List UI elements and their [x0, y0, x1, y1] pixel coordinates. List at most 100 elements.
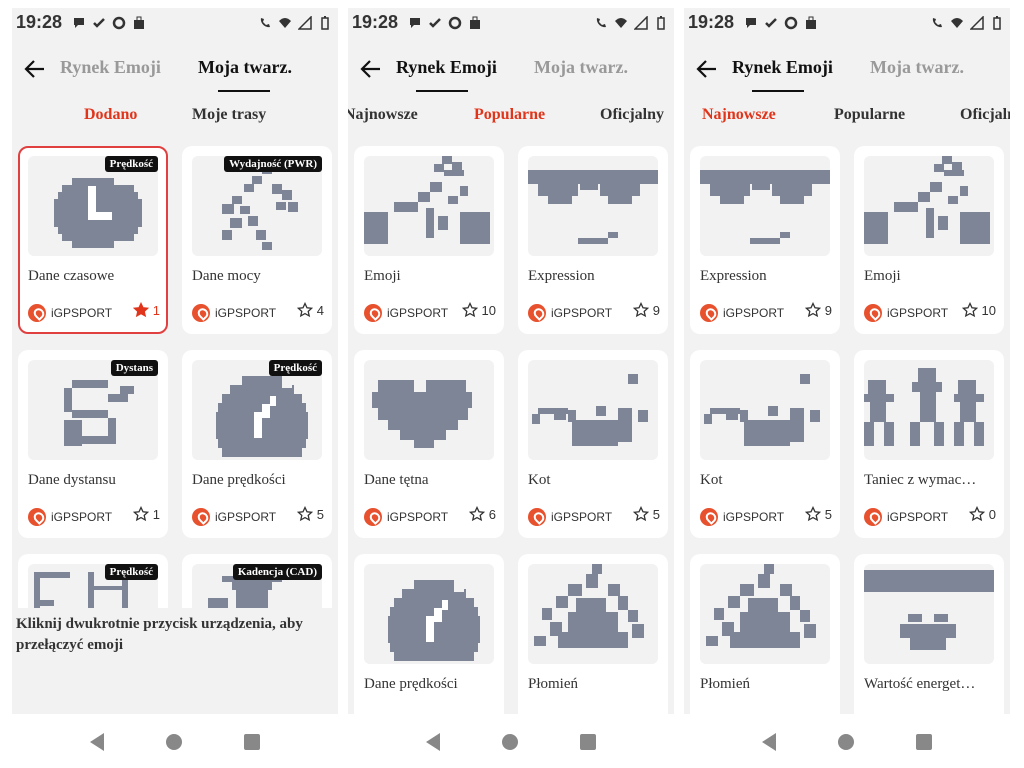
favorite-button[interactable]: 0 — [968, 506, 996, 522]
subtab-1[interactable]: Popularne — [474, 106, 545, 124]
message-icon — [72, 16, 86, 30]
emoji-card[interactable]: Emoji iGPSPORT 10 — [354, 146, 504, 334]
title-tab-1[interactable]: Moja twarz. — [870, 57, 964, 78]
star-icon — [968, 506, 985, 522]
card-name: Dane prędkości — [364, 676, 458, 692]
back-arrow-icon[interactable] — [694, 56, 720, 82]
title-tab-0[interactable]: Rynek Emoji — [60, 57, 161, 78]
subtab-1[interactable]: Popularne — [834, 106, 905, 124]
nav-home-icon[interactable] — [166, 734, 182, 750]
favorite-count: 1 — [152, 506, 160, 522]
emoji-card[interactable]: Expression iGPSPORT 9 — [518, 146, 668, 334]
emoji-card[interactable]: Dystans Dane dystansu iGPSPORT 1 — [18, 350, 168, 538]
emoji-preview-glasses — [528, 156, 658, 256]
bag-icon — [132, 16, 146, 30]
title-tab-1[interactable]: Moja twarz. — [534, 57, 628, 78]
card-source: iGPSPORT — [864, 304, 948, 322]
check-icon — [428, 16, 442, 30]
emoji-preview-cat — [700, 360, 830, 460]
nav-recents-icon[interactable] — [916, 734, 932, 750]
toast-message: Kliknij dwukrotnie przycisk urządzenia, … — [12, 608, 338, 714]
nav-back-icon[interactable] — [762, 733, 776, 751]
emoji-card[interactable]: Kot iGPSPORT 5 — [690, 350, 840, 538]
favorite-button[interactable]: 9 — [632, 302, 660, 318]
card-name: Emoji — [364, 268, 401, 284]
category-badge: Prędkość — [104, 564, 158, 580]
favorite-count: 10 — [981, 302, 996, 318]
star-icon — [296, 302, 313, 318]
favorite-button[interactable]: 10 — [961, 302, 996, 318]
favorite-button[interactable]: 5 — [804, 506, 832, 522]
subtab-0[interactable]: Najnowsze — [348, 106, 418, 124]
nav-back-icon[interactable] — [426, 733, 440, 751]
emoji-card[interactable]: Emoji iGPSPORT 10 — [854, 146, 1004, 334]
igpsport-logo-icon — [864, 508, 882, 526]
favorite-button[interactable]: 9 — [804, 302, 832, 318]
emoji-card[interactable]: Wartość energet… — [854, 554, 1004, 714]
star-icon — [461, 302, 478, 318]
favorite-count: 10 — [481, 302, 496, 318]
emoji-card[interactable]: Expression iGPSPORT 9 — [690, 146, 840, 334]
favorite-count: 5 — [824, 506, 832, 522]
subtab-2[interactable]: Oficjalny — [600, 106, 664, 124]
bag-icon — [468, 16, 482, 30]
status-time: 19:28 — [688, 12, 735, 32]
battery-icon — [990, 16, 1004, 30]
opera-icon — [784, 16, 798, 30]
message-icon — [744, 16, 758, 30]
favorite-count: 0 — [988, 506, 996, 522]
emoji-card[interactable]: Dane tętna iGPSPORT 6 — [354, 350, 504, 538]
favorite-button[interactable]: 1 — [132, 506, 160, 522]
card-name: Kot — [700, 472, 723, 488]
subtab-1[interactable]: Moje trasy — [192, 106, 266, 124]
emoji-card[interactable]: Kot iGPSPORT 5 — [518, 350, 668, 538]
star-icon — [804, 302, 821, 318]
status-time: 19:28 — [16, 12, 63, 32]
source-name: iGPSPORT — [51, 306, 113, 320]
favorite-button[interactable]: 5 — [296, 506, 324, 522]
emoji-card[interactable]: Prędkość Dane prędkości iGPSPORT 5 — [182, 350, 332, 538]
emoji-card[interactable]: Płomień — [690, 554, 840, 714]
card-name: Płomień — [700, 676, 751, 692]
status-bar: 19:28 — [12, 8, 338, 40]
favorite-button[interactable]: 10 — [461, 302, 496, 318]
card-name: Expression — [700, 268, 767, 284]
igpsport-logo-icon — [364, 304, 382, 322]
card-name: Emoji — [864, 268, 901, 284]
header: Rynek Emoji Moja twarz. — [348, 46, 674, 104]
title-tab-0[interactable]: Rynek Emoji — [732, 57, 833, 78]
igpsport-logo-icon — [700, 304, 718, 322]
phone-screen-1: 19:28 Rynek Emoji Moja twarz. Dodano Moje t… — [12, 8, 338, 714]
emoji-card[interactable]: Prędkość Dane czasowe iGPSPORT 1 — [18, 146, 168, 334]
nav-home-icon[interactable] — [502, 734, 518, 750]
nav-home-icon[interactable] — [838, 734, 854, 750]
card-source: iGPSPORT — [700, 508, 784, 526]
system-nav-bar — [348, 716, 674, 768]
back-arrow-icon[interactable] — [22, 56, 48, 82]
nav-recents-icon[interactable] — [244, 734, 260, 750]
card-name: Taniec z wymac… — [864, 472, 977, 488]
favorite-count: 1 — [152, 302, 160, 318]
source-name: iGPSPORT — [887, 510, 949, 524]
subtab-0[interactable]: Najnowsze — [702, 106, 776, 124]
title-tab-0[interactable]: Rynek Emoji — [396, 57, 497, 78]
nav-recents-icon[interactable] — [580, 734, 596, 750]
favorite-button[interactable]: 1 — [132, 302, 160, 318]
emoji-card[interactable]: Dane prędkości — [354, 554, 504, 714]
igpsport-logo-icon — [192, 304, 210, 322]
subtab-2[interactable]: Oficjalny — [960, 106, 1010, 124]
nav-back-icon[interactable] — [90, 733, 104, 751]
igpsport-logo-icon — [28, 508, 46, 526]
back-arrow-icon[interactable] — [358, 56, 384, 82]
category-badge: Prędkość — [104, 156, 158, 172]
favorite-button[interactable]: 4 — [296, 302, 324, 318]
title-tab-1[interactable]: Moja twarz. — [198, 57, 292, 78]
favorite-button[interactable]: 6 — [468, 506, 496, 522]
battery-icon — [654, 16, 668, 30]
emoji-card[interactable]: Płomień — [518, 554, 668, 714]
subtab-0[interactable]: Dodano — [84, 106, 137, 124]
emoji-card[interactable]: Wydajność (PWR) Dane mocy iGPSPORT 4 — [182, 146, 332, 334]
emoji-card[interactable]: Taniec z wymac… iGPSPORT 0 — [854, 350, 1004, 538]
wifi-icon — [950, 16, 964, 30]
favorite-button[interactable]: 5 — [632, 506, 660, 522]
